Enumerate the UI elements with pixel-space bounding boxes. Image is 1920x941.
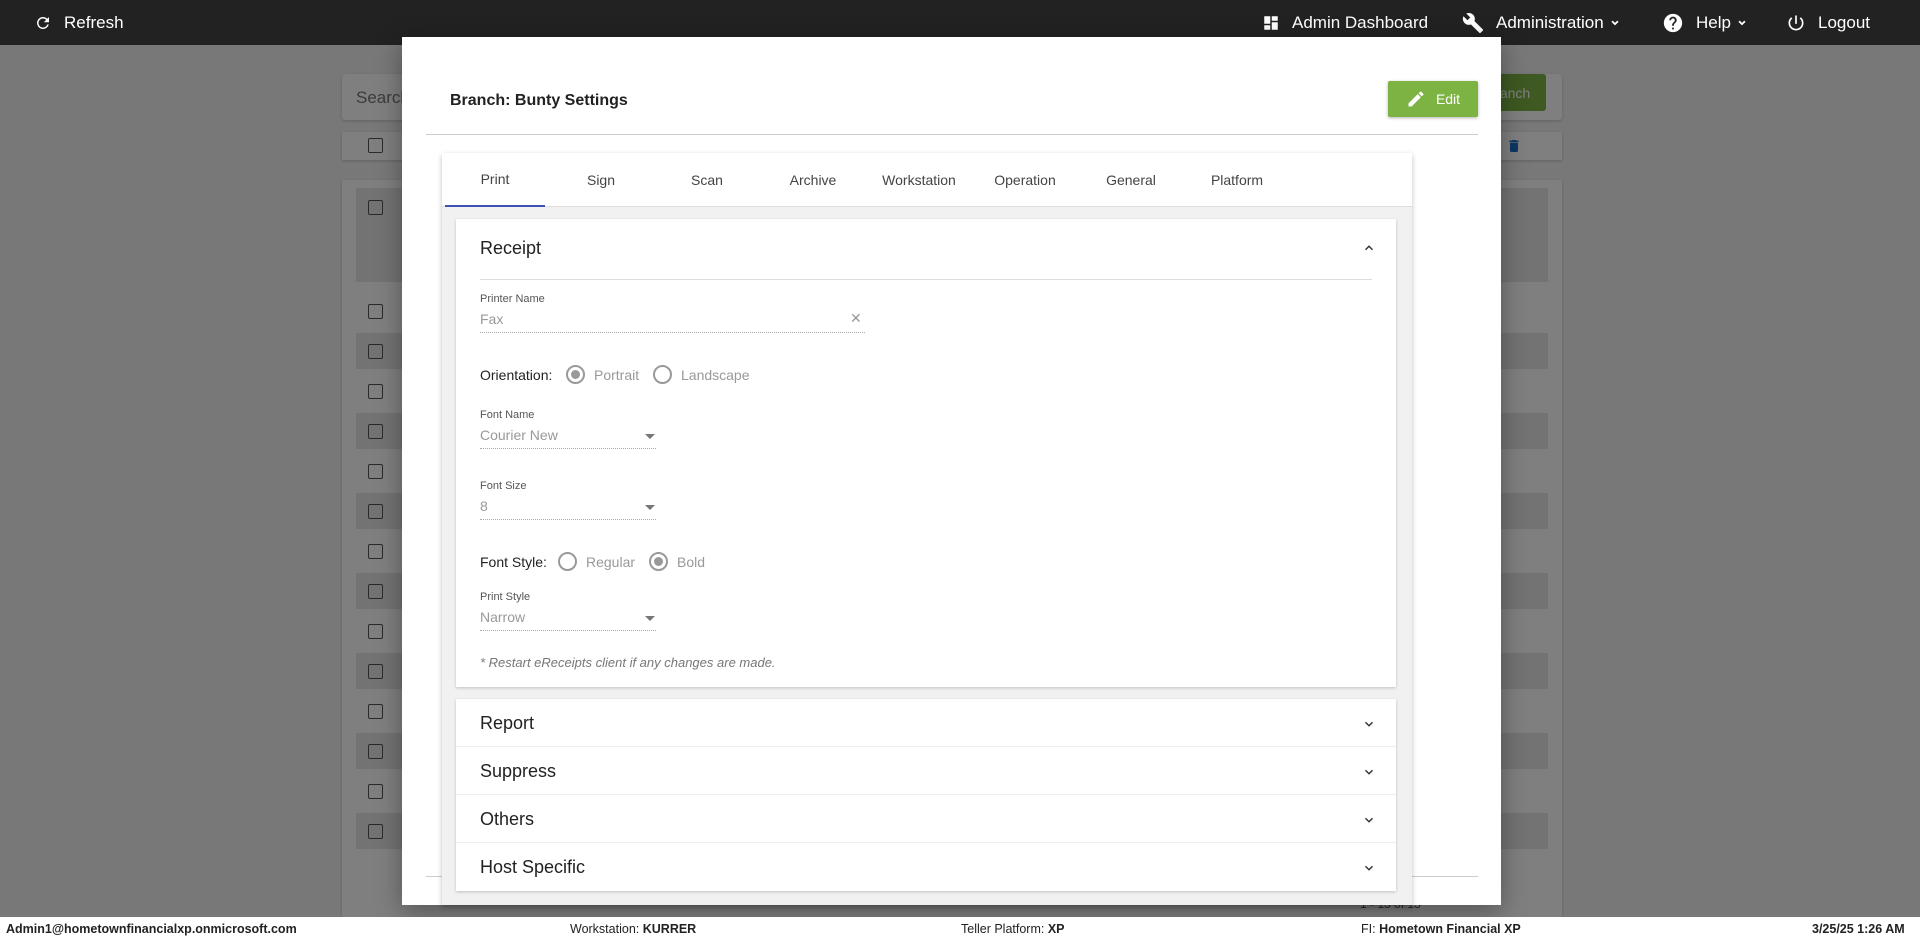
tab-workstation[interactable]: Workstation bbox=[869, 153, 969, 207]
restart-note: * Restart eReceipts client if any change… bbox=[480, 655, 776, 670]
power-icon bbox=[1788, 15, 1804, 30]
chevron-down-icon bbox=[1364, 817, 1374, 823]
regular-label: Regular bbox=[586, 554, 636, 570]
platform-label: Teller Platform: bbox=[961, 922, 1045, 936]
settings-tabs: Print Sign Scan Archive Workstation Oper… bbox=[442, 153, 1412, 207]
pencil-icon bbox=[1408, 91, 1424, 107]
logout-button[interactable]: Logout bbox=[1786, 0, 1870, 45]
receipt-section-title[interactable]: Receipt bbox=[480, 238, 541, 259]
chevron-down-icon bbox=[1738, 20, 1746, 25]
printer-name-label: Printer Name bbox=[480, 293, 545, 305]
footer-datetime: 3/25/25 1:26 AM bbox=[1812, 922, 1905, 936]
tab-label: Scan bbox=[691, 172, 723, 188]
font-size-select[interactable]: 8 bbox=[480, 498, 488, 514]
edit-label: Edit bbox=[1435, 91, 1461, 107]
dashboard-icon bbox=[1264, 15, 1278, 30]
print-style-label: Print Style bbox=[480, 591, 531, 603]
status-bar: Admin1@hometownfinancialxp.onmicrosoft.c… bbox=[0, 917, 1920, 941]
chevron-down-icon bbox=[1364, 769, 1374, 775]
refresh-label: Refresh bbox=[64, 12, 124, 32]
font-style-label: Font Style: bbox=[480, 554, 547, 570]
font-name-underline bbox=[480, 448, 656, 449]
tab-print[interactable]: Print bbox=[445, 153, 545, 207]
print-style-select[interactable]: Narrow bbox=[480, 609, 525, 625]
section-title: Suppress bbox=[480, 761, 557, 781]
tab-label: Operation bbox=[994, 172, 1056, 188]
font-name-label: Font Name bbox=[480, 409, 535, 421]
landscape-radio[interactable] bbox=[653, 365, 672, 384]
wrench-icon bbox=[1462, 12, 1484, 33]
tab-label: Archive bbox=[789, 172, 837, 188]
workstation-value: KURRER bbox=[642, 922, 697, 936]
bold-radio[interactable] bbox=[649, 552, 668, 571]
landscape-label: Landscape bbox=[681, 367, 750, 383]
printer-name-field[interactable]: Fax bbox=[480, 311, 503, 327]
help-icon bbox=[1663, 13, 1683, 32]
chevron-down-icon bbox=[1364, 865, 1374, 871]
administration-label: Administration bbox=[1496, 12, 1604, 32]
branch-settings-dialog: Branch: Bunty Settings Edit Print Sign S… bbox=[402, 37, 1501, 905]
dialog-title: Branch: Bunty Settings bbox=[450, 92, 628, 109]
tab-label: Workstation bbox=[882, 172, 956, 188]
workstation-label: Workstation: bbox=[570, 922, 640, 936]
refresh-button[interactable]: Refresh bbox=[34, 0, 124, 45]
settings-panel: Print Sign Scan Archive Workstation Oper… bbox=[442, 153, 1412, 905]
footer-user: Admin1@hometownfinancialxp.onmicrosoft.c… bbox=[6, 922, 297, 936]
tab-label: Print bbox=[480, 171, 510, 187]
refresh-icon bbox=[36, 16, 49, 29]
section-title: Others bbox=[480, 809, 535, 829]
collapsed-sections: Report Suppress Others Host Specific bbox=[456, 699, 1396, 891]
printer-name-underline bbox=[480, 332, 865, 333]
portrait-radio[interactable] bbox=[566, 365, 585, 384]
tab-label: General bbox=[1106, 172, 1156, 188]
dropdown-arrow-icon[interactable] bbox=[645, 616, 655, 621]
footer-workstation: Workstation: KURRER bbox=[570, 922, 696, 936]
fi-value: Hometown Financial XP bbox=[1379, 922, 1521, 936]
host-specific-section-header[interactable]: Host Specific bbox=[456, 843, 1396, 891]
divider bbox=[480, 279, 1372, 280]
dropdown-arrow-icon[interactable] bbox=[645, 434, 655, 439]
help-menu[interactable]: Help bbox=[1662, 0, 1749, 45]
tab-scan[interactable]: Scan bbox=[657, 153, 757, 207]
clear-icon[interactable]: ✕ bbox=[850, 310, 862, 327]
font-size-label: Font Size bbox=[480, 480, 527, 492]
print-style-underline bbox=[480, 630, 656, 631]
regular-radio[interactable] bbox=[558, 552, 577, 571]
section-title: Host Specific bbox=[480, 857, 586, 877]
font-name-select[interactable]: Courier New bbox=[480, 427, 558, 443]
logout-label: Logout bbox=[1818, 12, 1870, 32]
admin-dashboard-label: Admin Dashboard bbox=[1292, 12, 1429, 32]
user-email: Admin1@hometownfinancialxp.onmicrosoft.c… bbox=[6, 922, 297, 936]
dialog-header: Branch: Bunty Settings Edit bbox=[426, 59, 1478, 135]
tab-archive[interactable]: Archive bbox=[763, 153, 863, 207]
bold-label: Bold bbox=[677, 554, 706, 570]
platform-value: XP bbox=[1047, 922, 1065, 936]
tab-label: Platform bbox=[1210, 172, 1264, 188]
orientation-label: Orientation: bbox=[480, 367, 553, 383]
portrait-label: Portrait bbox=[594, 367, 640, 383]
others-section-header[interactable]: Others bbox=[456, 795, 1396, 843]
receipt-section: Receipt Printer Name Fax ✕ Orientation: … bbox=[456, 219, 1396, 687]
chevron-up-icon[interactable] bbox=[1362, 241, 1376, 255]
chevron-down-icon bbox=[1611, 20, 1619, 25]
footer-platform: Teller Platform: XP bbox=[961, 922, 1065, 936]
fi-label: FI: bbox=[1361, 922, 1376, 936]
tab-label: Sign bbox=[586, 172, 616, 188]
datetime-value: 3/25/25 1:26 AM bbox=[1812, 922, 1905, 936]
tab-sign[interactable]: Sign bbox=[551, 153, 651, 207]
chevron-down-icon bbox=[1364, 721, 1374, 727]
dialog-body: Print Sign Scan Archive Workstation Oper… bbox=[426, 137, 1478, 905]
report-section-header[interactable]: Report bbox=[456, 699, 1396, 747]
footer-fi: FI: Hometown Financial XP bbox=[1361, 922, 1521, 936]
tab-platform[interactable]: Platform bbox=[1187, 153, 1287, 207]
dropdown-arrow-icon[interactable] bbox=[645, 505, 655, 510]
font-size-underline bbox=[480, 519, 656, 520]
edit-button[interactable]: Edit bbox=[1388, 81, 1478, 117]
tab-general[interactable]: General bbox=[1081, 153, 1181, 207]
tab-operation[interactable]: Operation bbox=[975, 153, 1075, 207]
section-title: Report bbox=[480, 713, 535, 733]
help-label: Help bbox=[1696, 12, 1731, 32]
suppress-section-header[interactable]: Suppress bbox=[456, 747, 1396, 795]
